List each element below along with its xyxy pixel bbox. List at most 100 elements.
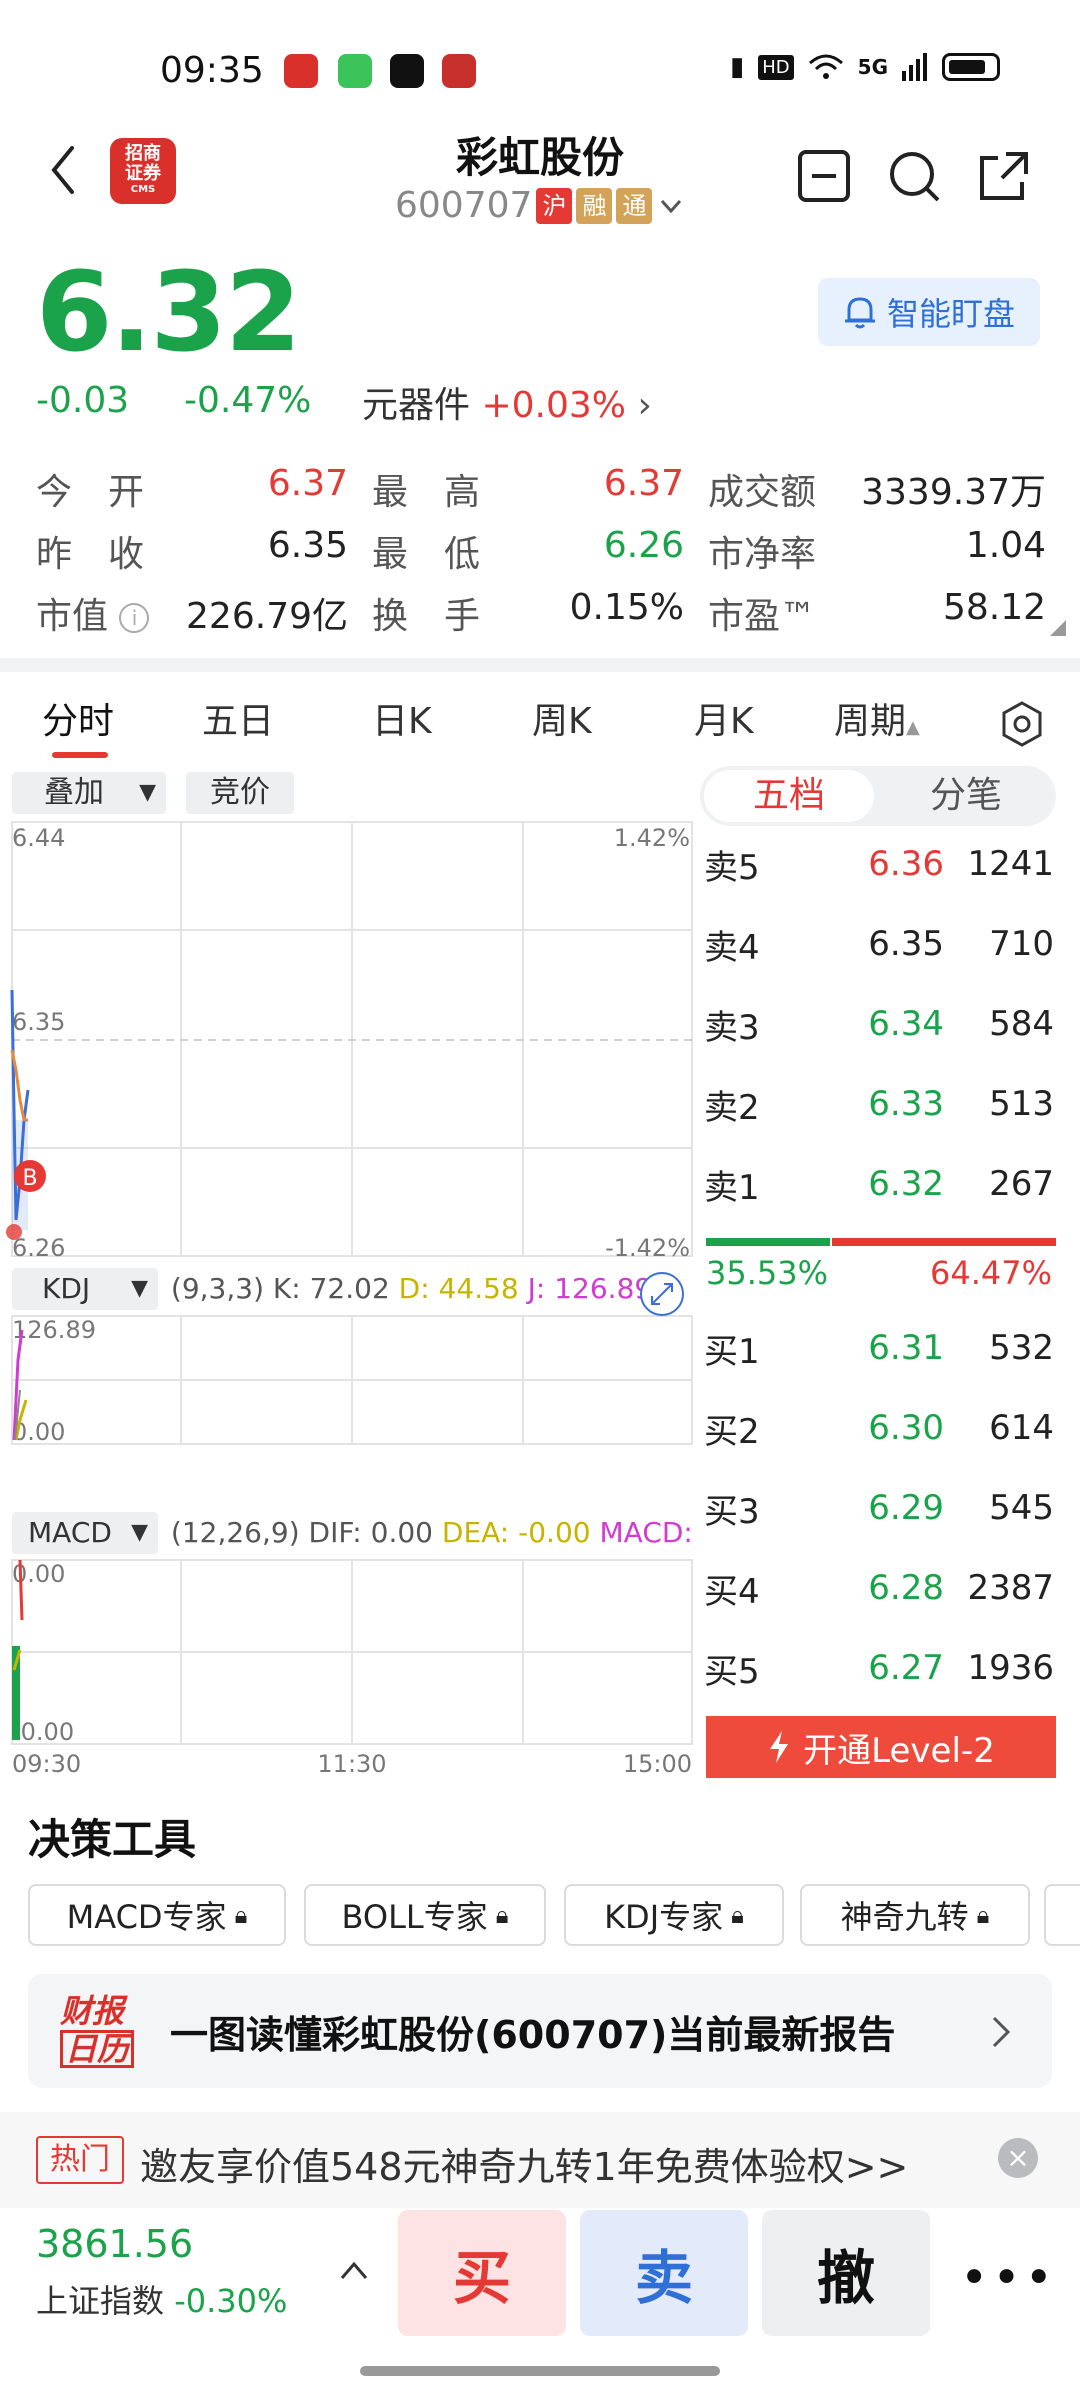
index-pct: -0.30% xyxy=(174,2282,288,2320)
home-indicator[interactable] xyxy=(360,2366,720,2376)
level2-button[interactable]: 开通Level-2 xyxy=(706,1716,1056,1778)
decision-tools-title: 决策工具 xyxy=(28,1815,197,1864)
ask-row: 卖4 6.35 710 xyxy=(704,924,1054,968)
tab-tick[interactable]: 分笔 xyxy=(880,770,1052,822)
stats-row: 昨 收 6.35 最 低 6.26 市净率 1.04 xyxy=(36,520,1046,582)
tool-boll-expert[interactable]: BOLL专家 🔒︎ xyxy=(304,1884,546,1946)
stats-row: 今 开 6.37 最 高 6.37 成交额 3339.37万 xyxy=(36,458,1046,520)
price-pane: 6.44 6.35 6.26 1.42% -1.42% B xyxy=(6,821,693,1262)
tag-connect: 通 xyxy=(616,187,653,224)
kdj-indicator-row: KDJ ▼ (9,3,3) K: 72.02 D: 44.58 J: 126.89 xyxy=(12,1268,652,1310)
bid-row: 买2 6.30 614 xyxy=(704,1408,1054,1452)
buy-button[interactable]: 买 xyxy=(398,2210,566,2336)
search-icon[interactable] xyxy=(886,148,942,204)
kdj-k-value: K: 72.02 xyxy=(272,1272,390,1305)
info-icon[interactable]: i xyxy=(119,603,150,633)
app-notification-icon xyxy=(390,54,424,88)
sell-ratio-pct: 64.47% xyxy=(930,1254,1053,1292)
smart-monitor-button[interactable]: 智能盯盘 xyxy=(818,278,1040,346)
tool-macd-expert[interactable]: MACD专家 🔒︎ xyxy=(28,1884,286,1946)
tool-more-partial[interactable] xyxy=(1044,1884,1080,1946)
stat-label: 市值 i xyxy=(36,587,150,639)
kdj-dropdown[interactable]: KDJ ▼ xyxy=(12,1268,158,1310)
kdj-axis-top: 126.89 xyxy=(12,1316,96,1344)
time-axis-end: 15:00 xyxy=(623,1750,692,1778)
app-notification-icon xyxy=(284,54,318,88)
macd-dif-value: DIF: 0.00 xyxy=(308,1516,433,1549)
macd-params: (12,26,9) xyxy=(170,1516,300,1549)
macd-dropdown[interactable]: MACD ▼ xyxy=(12,1512,158,1554)
hot-tag: 热门 xyxy=(36,2136,124,2184)
stat-label: 最 高 xyxy=(372,472,481,513)
kdj-j-value: J: 126.89 xyxy=(527,1272,653,1305)
order-book-toggle: 五档 分笔 xyxy=(700,766,1056,826)
quote-stats: 今 开 6.37 最 高 6.37 成交额 3339.37万 昨 收 6.35 最 低 6… xyxy=(36,458,1046,644)
earnings-calendar-logo: 财报 日历 xyxy=(60,1992,144,2072)
sell-button[interactable]: 卖 xyxy=(580,2210,748,2336)
tab-daily-k[interactable]: 日K xyxy=(372,692,432,744)
index-value[interactable]: 3861.56 xyxy=(36,2222,193,2266)
tool-magic-nine[interactable]: 神奇九转 🔒︎ xyxy=(800,1884,1030,1946)
overlay-dropdown[interactable]: 叠加 ▼ xyxy=(12,772,166,814)
expand-corner-icon[interactable] xyxy=(1050,620,1066,636)
axis-top-price: 6.44 xyxy=(12,824,65,852)
lightning-icon xyxy=(770,1731,789,1763)
dropdown-icon: ▼ xyxy=(131,1276,148,1301)
chevron-up-icon[interactable] xyxy=(336,2256,372,2286)
dropdown-icon: ▼ xyxy=(139,780,156,805)
auction-button[interactable]: 竞价 xyxy=(186,772,294,814)
buy-ratio-pct: 35.53% xyxy=(706,1254,829,1292)
tag-margin: 融 xyxy=(576,187,613,224)
network-label: 5G xyxy=(857,55,888,79)
stat-label: 市盈™ xyxy=(708,596,817,637)
tool-kdj-expert[interactable]: KDJ专家 🔒︎ xyxy=(564,1884,784,1946)
stat-value: 6.37 xyxy=(603,463,684,504)
stat-label: 今 开 xyxy=(36,472,145,513)
expand-chart-icon[interactable] xyxy=(638,1270,686,1318)
tab-intraday[interactable]: 分时 xyxy=(42,692,114,744)
tab-period[interactable]: 周期▲ xyxy=(834,692,920,744)
lock-icon: 🔒︎ xyxy=(234,1901,248,1929)
ask-row: 卖2 6.33 513 xyxy=(704,1084,1054,1128)
bid-row: 买1 6.31 532 xyxy=(704,1328,1054,1372)
dropdown-icon: ▼ xyxy=(131,1520,148,1545)
stock-code-row[interactable]: 600707 沪 融 通 xyxy=(395,185,686,226)
macd-dif-line xyxy=(18,1559,24,1621)
status-right-icons: ▮ HD 5G xyxy=(730,52,1000,82)
sector-pct: +0.03% xyxy=(481,385,626,426)
stat-value: 3339.37万 xyxy=(861,472,1046,513)
kdj-params: (9,3,3) xyxy=(170,1272,264,1305)
tab-monthly-k[interactable]: 月K xyxy=(694,692,754,744)
kdj-d-value: D: 44.58 xyxy=(398,1272,519,1305)
kdj-pane: 126.89 0.00 xyxy=(11,1315,693,1446)
settings-icon[interactable] xyxy=(1000,700,1044,748)
stat-label: 昨 收 xyxy=(36,534,145,575)
stat-value: 6.37 xyxy=(267,463,348,504)
chevron-right-icon xyxy=(992,2016,1011,2048)
time-axis-mid: 11:30 xyxy=(317,1750,386,1778)
stat-value: 6.35 xyxy=(267,525,348,566)
stat-label: 成交额 xyxy=(708,472,817,513)
caret-icon: ▲ xyxy=(906,717,920,738)
bid-row: 买3 6.29 545 xyxy=(704,1488,1054,1532)
tab-weekly-k[interactable]: 周K xyxy=(532,692,592,744)
cancel-order-button[interactable]: 撤 xyxy=(762,2210,930,2336)
close-icon[interactable]: × xyxy=(998,2138,1038,2178)
tab-five-day[interactable]: 五日 xyxy=(202,692,274,744)
macd-dea-value: DEA: -0.00 xyxy=(441,1516,591,1549)
stat-value: 1.04 xyxy=(965,525,1046,566)
price-change: -0.03 xyxy=(36,380,130,421)
sector-link[interactable]: 元器件 +0.03% › xyxy=(362,376,652,428)
app-notification-icon xyxy=(442,54,476,88)
tab-five-level[interactable]: 五档 xyxy=(704,770,874,822)
more-icon[interactable]: ••• xyxy=(960,2250,1057,2306)
index-name-row[interactable]: 上证指数 -0.30% xyxy=(36,2276,287,2322)
macd-indicator-row: MACD ▼ (12,26,9) DIF: 0.00 DEA: -0.00 MAC… xyxy=(12,1512,693,1554)
sell-ratio-bar xyxy=(832,1238,1056,1246)
share-icon[interactable] xyxy=(976,148,1032,204)
ask-row: 卖3 6.34 584 xyxy=(704,1004,1054,1048)
minimize-icon[interactable] xyxy=(796,148,852,204)
stat-label: 换 手 xyxy=(372,596,481,637)
promo-text[interactable]: 邀友享价值548元神奇九转1年免费体验权>> xyxy=(140,2136,908,2191)
wifi-icon xyxy=(808,54,843,79)
